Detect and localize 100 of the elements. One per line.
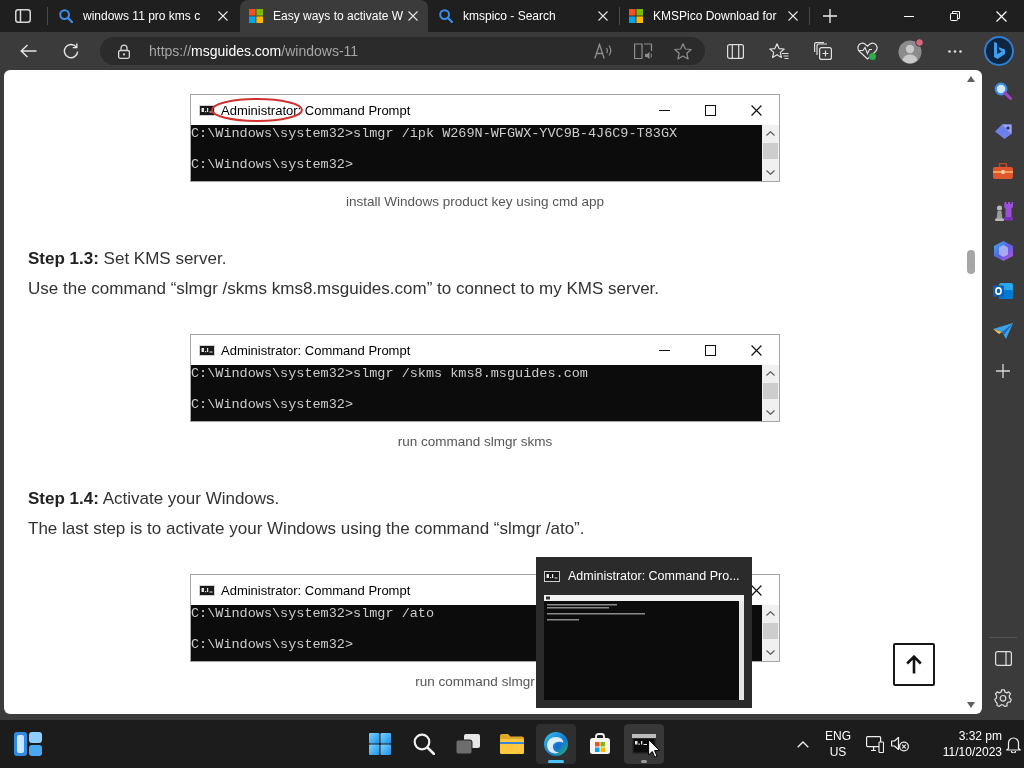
- minimize-icon: [658, 349, 670, 351]
- four-square-logo-icon: [629, 9, 643, 23]
- avatar-icon[interactable]: [898, 38, 924, 64]
- reader-view-icon[interactable]: [633, 42, 653, 60]
- address-field[interactable]: https://msguides.com/windows-11: [100, 37, 705, 65]
- assistant-logo-icon[interactable]: [984, 36, 1014, 66]
- console-line: C:\Windows\system32>: [191, 157, 354, 173]
- back-icon[interactable]: [19, 44, 37, 58]
- taskbar-button[interactable]: [536, 724, 576, 764]
- task-view-icon: [456, 734, 480, 754]
- terminal-icon: [544, 570, 560, 582]
- scrollbar-thumb: [763, 383, 778, 399]
- settings-icon[interactable]: [994, 689, 1012, 707]
- close-icon[interactable]: [598, 11, 608, 21]
- browser-tab[interactable]: kmspico - Search: [430, 0, 618, 32]
- new-tab-icon[interactable]: [823, 9, 837, 23]
- read-aloud-icon[interactable]: [593, 43, 613, 59]
- chevron-up-icon[interactable]: [797, 740, 809, 748]
- figure-caption: install Windows product key using cmd app: [345, 193, 605, 211]
- close-icon[interactable]: [408, 11, 418, 21]
- language-button[interactable]: ENG US: [818, 728, 858, 760]
- window-title: Administrator: Command Prompt: [221, 342, 411, 358]
- console-line: C:\Windows\system32>: [191, 397, 354, 413]
- preview-title: Administrator: Command Pro...: [568, 569, 740, 583]
- browser-tab[interactable]: windows 11 pro kms c: [50, 0, 238, 32]
- figure-caption: run command slmgr skms: [397, 433, 553, 451]
- terminal-icon: [199, 584, 215, 596]
- minimize-icon: [658, 109, 670, 111]
- step-heading: Step 1.4: Activate your Windows.: [28, 488, 280, 510]
- network-icon[interactable]: [866, 735, 884, 753]
- search-icon[interactable]: [994, 82, 1012, 100]
- window-title: Administrator: Command Prompt: [221, 102, 411, 118]
- heartbeat-icon[interactable]: [856, 41, 878, 61]
- lock-icon[interactable]: [118, 43, 130, 59]
- browser-icon: [544, 732, 568, 756]
- close-icon[interactable]: [218, 11, 228, 21]
- clock-button[interactable]: 3:32 pm 11/10/2023: [922, 728, 1002, 760]
- scroll-down-icon: [766, 410, 775, 415]
- paragraph: The last step is to activate your Windows using the command “slmgr /ato”.: [28, 518, 585, 540]
- window-title: Administrator: Command Prompt: [221, 582, 411, 598]
- step-heading: Step 1.3: Set KMS server.: [28, 248, 227, 270]
- sidebar-panel-icon[interactable]: [994, 650, 1012, 666]
- scroll-down-icon: [766, 650, 775, 655]
- search-icon: [413, 733, 435, 755]
- figure-caption: run command slmgr: [415, 673, 535, 691]
- close-icon: [750, 104, 762, 116]
- mail-icon[interactable]: [993, 282, 1013, 300]
- console-line: C:\Windows\system32>slmgr /ato: [191, 606, 435, 622]
- scrollbar-thumb: [763, 143, 778, 159]
- browser-tab[interactable]: Easy ways to activate W: [240, 0, 428, 32]
- terminal-icon: [199, 104, 215, 116]
- scrollbar-thumb: [763, 623, 778, 639]
- restore-icon[interactable]: [950, 11, 960, 21]
- notification-bell-icon[interactable]: [1005, 735, 1021, 753]
- chess-pieces-icon[interactable]: [993, 201, 1013, 221]
- add-icon[interactable]: [996, 364, 1010, 378]
- maximize-icon: [704, 104, 716, 116]
- url-text[interactable]: https://msguides.com/windows-11: [149, 43, 583, 59]
- taskbar-button[interactable]: [624, 724, 664, 764]
- hexagon-logo-icon[interactable]: [993, 241, 1013, 261]
- refresh-icon[interactable]: [63, 43, 79, 59]
- arrow-up-icon: [906, 655, 922, 674]
- store-bag-icon: [589, 733, 611, 755]
- close-icon: [750, 584, 762, 596]
- toolbox-icon[interactable]: [993, 163, 1013, 179]
- console-line: C:\Windows\system32>slmgr /ipk W269N-WFGWX-YVC9B-4J6C9-T83GX: [191, 126, 678, 142]
- start-icon: [369, 733, 391, 755]
- volume-muted-icon[interactable]: [891, 736, 909, 752]
- scroll-up-icon: [766, 371, 775, 376]
- minimize-icon[interactable]: [904, 15, 914, 17]
- browser-tab[interactable]: KMSPico Download for: [620, 0, 808, 32]
- search-icon: [439, 9, 453, 23]
- split-screen-icon[interactable]: [726, 43, 744, 59]
- mouse-cursor-icon: [648, 739, 660, 758]
- scroll-up-icon[interactable]: [967, 76, 975, 82]
- folder-icon: [500, 734, 524, 754]
- tag-icon[interactable]: [993, 122, 1013, 140]
- paper-plane-icon[interactable]: [993, 323, 1013, 339]
- scrollbar-thumb[interactable]: [967, 250, 975, 274]
- collections-icon[interactable]: [814, 42, 832, 60]
- terminal-icon: [199, 344, 215, 356]
- scroll-down-icon[interactable]: [967, 702, 975, 708]
- console-line: C:\Windows\system32>slmgr /skms kms8.msguides.com: [191, 366, 588, 382]
- four-square-logo-icon: [249, 9, 263, 23]
- back-to-top-button[interactable]: [893, 643, 935, 686]
- scroll-up-icon: [766, 611, 775, 616]
- taskbar-preview[interactable]: Administrator: Command Pro...: [536, 557, 752, 708]
- more-icon[interactable]: [948, 49, 962, 53]
- widgets-icon[interactable]: [14, 732, 42, 756]
- maximize-icon: [704, 344, 716, 356]
- search-icon: [59, 9, 73, 23]
- console-line: C:\Windows\system32>: [191, 637, 354, 653]
- paragraph: Use the command “slmgr /skms kms8.msguides.com” to connect to my KMS server.: [28, 278, 660, 300]
- scroll-down-icon: [766, 170, 775, 175]
- close-icon: [750, 344, 762, 356]
- close-icon[interactable]: [788, 11, 798, 21]
- favorites-icon[interactable]: [769, 42, 789, 60]
- favorite-star-icon[interactable]: [674, 42, 692, 60]
- scroll-up-icon: [766, 131, 775, 136]
- tab-actions-icon[interactable]: [15, 9, 31, 23]
